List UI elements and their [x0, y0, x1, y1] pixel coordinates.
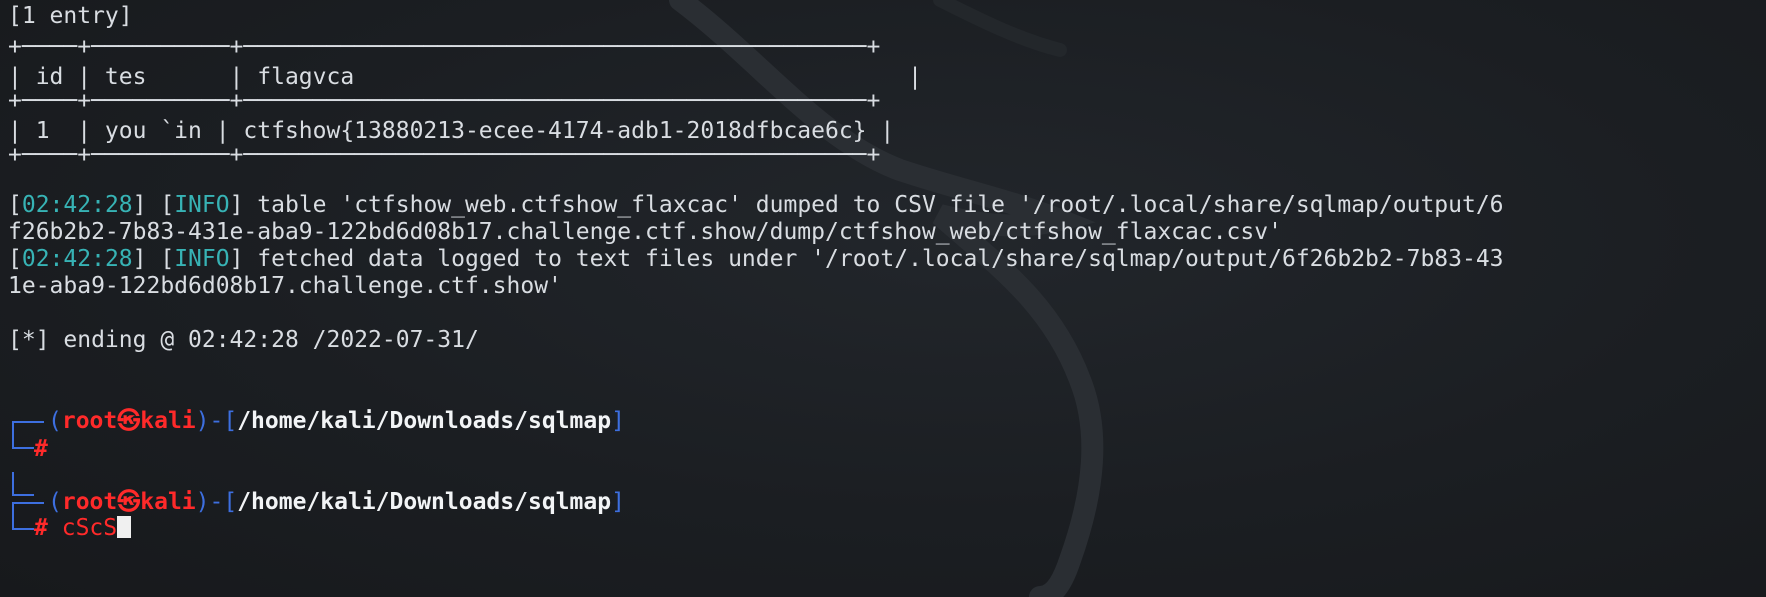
- prompt-left-line: [12, 502, 34, 530]
- ending-message: [*] ending @ 02:42:28 /2022-07-31/: [8, 327, 479, 353]
- prompt-user: root: [61, 408, 118, 434]
- kali-at-icon: ㉿: [117, 489, 141, 515]
- prompt-left-line: [12, 421, 34, 449]
- prompt-host: kali: [140, 408, 196, 434]
- log-message: fetched data logged to text files under …: [243, 246, 1504, 272]
- log-line-csv-dump: [02:42:28] [INFO] table 'ctfshow_web.ctf…: [8, 192, 1504, 218]
- prompt-host: kali: [140, 489, 196, 515]
- table-border-mid: +────+──────────+───────────────────────…: [8, 88, 881, 114]
- prompt-corner-line: [12, 472, 34, 496]
- log-time: 02:42:28: [21, 246, 133, 272]
- prompt-hash: #: [34, 436, 48, 462]
- terminal-window[interactable]: [1 entry] +────+──────────+─────────────…: [0, 0, 1766, 597]
- log-level: INFO: [174, 192, 230, 218]
- prompt-input-2[interactable]: # cScS: [34, 513, 132, 543]
- prompt-command: cScS: [61, 515, 118, 541]
- prompt-input-1[interactable]: #: [34, 434, 48, 464]
- prompt-header-2: (root㉿kali)-[/home/kali/Downloads/sqlmap…: [48, 489, 625, 515]
- entry-count: [1 entry]: [8, 3, 133, 29]
- log-line-text-files: [02:42:28] [INFO] fetched data logged to…: [8, 246, 1504, 272]
- prompt-path: /home/kali/Downloads/sqlmap: [237, 489, 612, 515]
- prompt-hash: #: [34, 515, 48, 541]
- prompt-path: /home/kali/Downloads/sqlmap: [237, 408, 612, 434]
- log-line-csv-dump-continued: f26b2b2-7b83-431e-aba9-122bd6d08b17.chal…: [8, 219, 1282, 245]
- table-border-bottom: +────+──────────+───────────────────────…: [8, 142, 881, 168]
- kali-at-icon: ㉿: [117, 408, 141, 434]
- log-time: 02:42:28: [21, 192, 133, 218]
- prompt-user: root: [61, 489, 118, 515]
- log-level: INFO: [174, 246, 230, 272]
- log-line-text-files-continued: 1e-aba9-122bd6d08b17.challenge.ctf.show': [8, 273, 562, 299]
- prompt-header-1: (root㉿kali)-[/home/kali/Downloads/sqlmap…: [48, 408, 625, 434]
- text-cursor: [117, 516, 132, 538]
- log-message: table 'ctfshow_web.ctfshow_flaxcac' dump…: [243, 192, 1504, 218]
- table-border-top: +────+──────────+───────────────────────…: [8, 34, 881, 60]
